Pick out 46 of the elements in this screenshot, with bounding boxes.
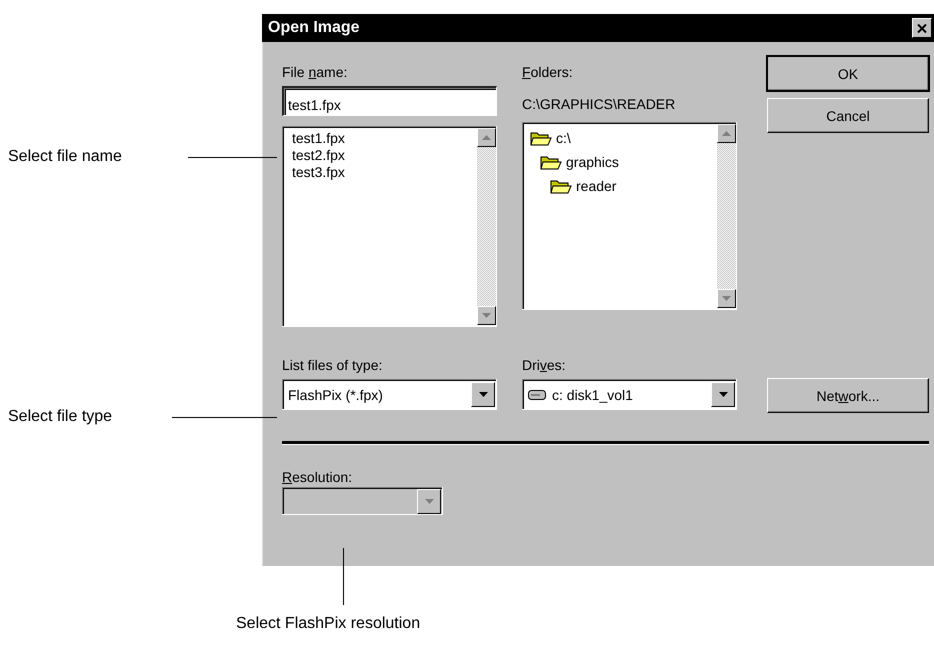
field-label: Drives:: [522, 357, 567, 375]
window-title: Open Image: [268, 19, 360, 37]
file-list-item[interactable]: test3.fpx: [290, 164, 347, 181]
folder-icon: [530, 130, 552, 146]
down-arrow-icon: [482, 313, 491, 318]
annotation-label: Select FlashPix resolution: [236, 615, 420, 633]
dropdown-arrow-button[interactable]: [471, 382, 495, 407]
file-name-field[interactable]: test1.fpx: [282, 86, 497, 116]
file-list-item[interactable]: test2.fpx: [290, 147, 347, 164]
field-label: Resolution:: [282, 469, 354, 487]
network-button[interactable]: Network...: [767, 378, 929, 413]
annotation-label: Select file type: [8, 408, 112, 426]
dropdown-field[interactable]: FlashPix (*.fpx): [282, 379, 497, 410]
close-button[interactable]: [912, 18, 932, 38]
down-arrow-icon: [718, 392, 728, 397]
scroll-up-button[interactable]: [477, 128, 496, 147]
folder-item[interactable]: graphics: [540, 150, 619, 174]
file-list[interactable]: test1.fpx test2.fpx test3.fpx: [282, 126, 497, 327]
down-arrow-icon: [478, 392, 488, 397]
scroll-down-button[interactable]: [477, 306, 496, 325]
folder-icon: [540, 154, 562, 170]
folder-item[interactable]: c:\: [530, 126, 571, 150]
scroll-up-button[interactable]: [717, 124, 736, 143]
scrollbar[interactable]: [717, 124, 736, 308]
field-label: List files of type:: [282, 357, 384, 375]
file-list-item[interactable]: test1.fpx: [290, 130, 347, 147]
dropdown-arrow-button[interactable]: [711, 382, 735, 407]
annotation-label: Select file name: [8, 148, 122, 166]
scrollbar[interactable]: [477, 128, 496, 325]
drive-icon: [528, 390, 546, 400]
down-arrow-icon: [722, 296, 731, 301]
folder-list[interactable]: c:\ graphics reader: [522, 122, 737, 310]
dialog-button[interactable]: Cancel: [767, 98, 929, 133]
dialog-button[interactable]: OK: [767, 56, 929, 91]
folder-path: C:\GRAPHICS\READER: [522, 96, 676, 112]
scroll-down-button[interactable]: [717, 289, 736, 308]
down-arrow-icon: [424, 498, 434, 504]
folder-item[interactable]: reader: [550, 174, 619, 198]
leader-line: [343, 548, 344, 605]
up-arrow-icon: [482, 135, 491, 140]
folder-icon: [550, 178, 572, 194]
up-arrow-icon: [722, 131, 731, 136]
dropdown-field[interactable]: c: disk1_vol1: [522, 379, 737, 410]
field-label: Folders:: [522, 64, 574, 82]
field-label: File name:: [282, 64, 348, 82]
close-icon: [917, 24, 927, 32]
